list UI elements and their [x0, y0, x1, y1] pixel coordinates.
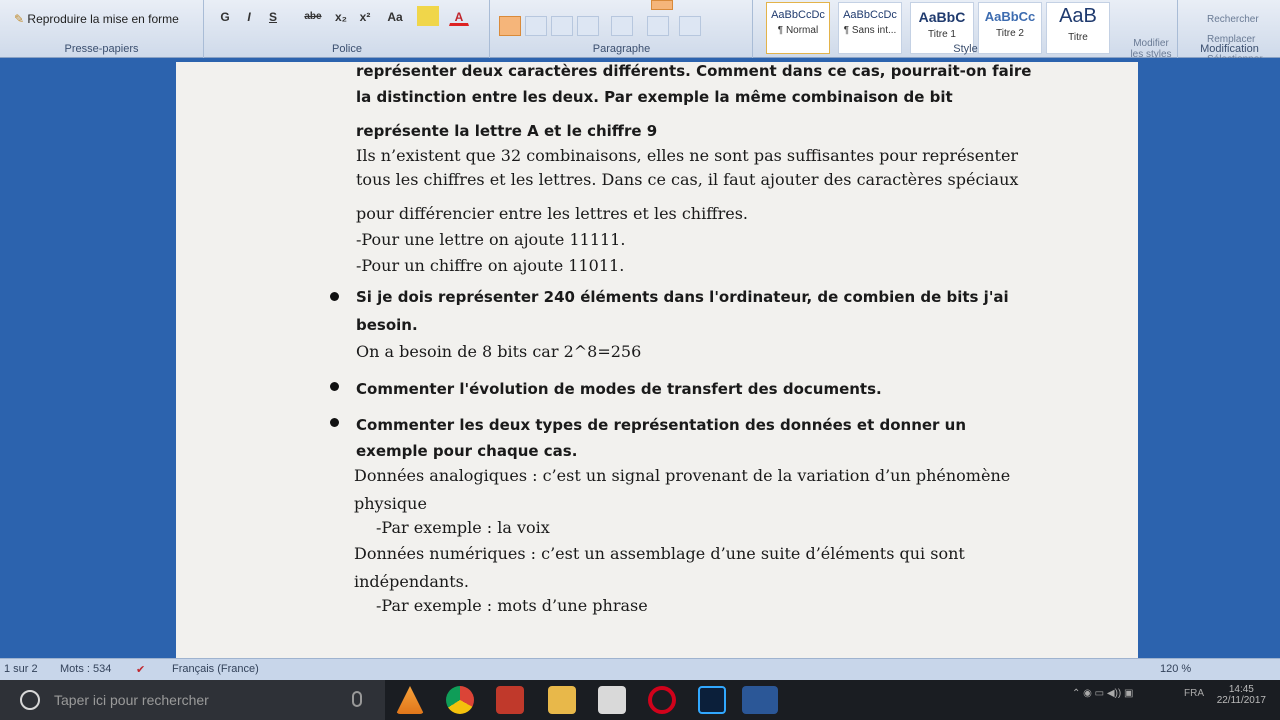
word-icon[interactable] [742, 686, 778, 714]
change-case-button[interactable]: Aa [381, 6, 409, 26]
file-explorer-icon[interactable] [548, 686, 576, 714]
doc-line: -Pour une lettre on ajoute 11111. [356, 230, 626, 249]
editing-group: Rechercher Remplacer Sélectionner Modifi… [1179, 0, 1280, 65]
style-no-spacing-preview: AaBbCcDc [843, 9, 897, 21]
bullet-icon [330, 382, 339, 391]
doc-line: -Par exemple : mots d’une phrase [376, 596, 648, 615]
doc-line: représente la lettre A et le chiffre 9 [356, 122, 658, 140]
align-left-icon[interactable] [499, 16, 521, 36]
borders-icon[interactable] [679, 16, 701, 36]
doc-line: Données numériques : c’est un assemblage… [354, 544, 965, 563]
clock[interactable]: 14:45 22/11/2017 [1217, 684, 1266, 706]
brush-icon: ✎ [14, 12, 25, 26]
justify-icon[interactable] [577, 16, 599, 36]
ribbon: ✎ Reproduire la mise en forme Presse-pap… [0, 0, 1280, 65]
styles-label: Style [953, 43, 978, 55]
format-painter-label: Reproduire la mise en forme [27, 12, 179, 26]
doc-line: Commenter les deux types de représentati… [356, 416, 967, 434]
bullet-icon [330, 418, 339, 427]
align-right-icon[interactable] [551, 16, 573, 36]
chrome-icon[interactable] [446, 686, 474, 714]
highlight-icon[interactable] [417, 6, 439, 26]
doc-line: besoin. [356, 316, 418, 334]
input-language[interactable]: FRA [1184, 688, 1204, 699]
doc-line: la distinction entre les deux. Par exemp… [356, 88, 953, 106]
doc-line: indépendants. [354, 572, 469, 591]
doc-line: Si je dois représenter 240 éléments dans… [356, 288, 1009, 306]
language-status[interactable]: Français (France) [172, 663, 259, 675]
taskbar-search[interactable]: Taper ici pour rechercher [0, 680, 385, 720]
doc-line: pour différencier entre les lettres et l… [356, 204, 748, 223]
word-count[interactable]: Mots : 534 [60, 663, 111, 675]
status-bar: 1 sur 2 Mots : 534 ✔ Français (France) 1… [0, 658, 1280, 680]
doc-line: tous les chiffres et les lettres. Dans c… [356, 170, 1019, 189]
strikethrough-button[interactable]: abe [299, 6, 327, 26]
find-button[interactable]: Rechercher [1207, 14, 1259, 25]
doc-line: représenter deux caractères différents. … [356, 62, 1032, 80]
doc-line: On a besoin de 8 bits car 2^8=256 [356, 342, 642, 361]
subscript-button[interactable]: x₂ [331, 6, 351, 26]
microphone-icon[interactable] [352, 691, 362, 707]
style-normal-name: ¶ Normal [777, 25, 819, 36]
opera-icon[interactable] [648, 686, 676, 714]
clock-date: 22/11/2017 [1216, 695, 1266, 706]
bold-button[interactable]: G [215, 6, 235, 26]
doc-line: -Pour un chiffre on ajoute 11011. [356, 256, 625, 275]
editing-label: Modification [1200, 43, 1259, 55]
vlc-icon[interactable] [396, 686, 424, 714]
format-painter-button[interactable]: ✎ Reproduire la mise en forme [14, 12, 179, 26]
clock-time: 14:45 [1228, 684, 1254, 695]
photoshop-icon[interactable] [698, 686, 726, 714]
show-marks-icon[interactable] [651, 0, 673, 10]
media-player-icon[interactable] [496, 686, 524, 714]
font-color-button[interactable]: A [449, 6, 469, 26]
style-heading-1-name: Titre 1 [928, 29, 956, 40]
superscript-button[interactable]: x² [355, 6, 375, 26]
cortana-icon[interactable] [20, 690, 40, 710]
styles-group: AaBbCcDc ¶ Normal AaBbCcDc ¶ Sans int...… [754, 0, 1178, 60]
system-tray-icons[interactable]: ⌃ ◉ ▭ ◀)) ▣ [1072, 688, 1133, 699]
doc-line: Commenter l'évolution de modes de transf… [356, 380, 882, 398]
doc-line: -Par exemple : la voix [376, 518, 550, 537]
shading-icon[interactable] [647, 16, 669, 36]
bullet-icon [330, 292, 339, 301]
style-no-spacing-name: ¶ Sans int... [843, 25, 897, 36]
doc-line: Données analogiques : c’est un signal pr… [354, 466, 1011, 485]
paragraph-label: Paragraphe [592, 43, 651, 55]
italic-button[interactable]: I [239, 6, 259, 26]
mail-icon[interactable] [598, 686, 626, 714]
paragraph-group: Paragraphe [491, 0, 753, 58]
style-title-preview: AaB [1059, 5, 1097, 27]
style-title-name: Titre [1068, 32, 1088, 43]
font-group: G I S abe x₂ x² Aa A Police [205, 0, 490, 58]
underline-button[interactable]: S [263, 6, 283, 26]
search-input[interactable]: Taper ici pour rechercher [54, 692, 209, 708]
taskbar: Taper ici pour rechercher ⌃ ◉ ▭ ◀)) ▣ FR… [0, 680, 1280, 720]
align-center-icon[interactable] [525, 16, 547, 36]
style-normal-preview: AaBbCcDc [771, 9, 825, 21]
spellcheck-icon[interactable]: ✔ [136, 663, 145, 676]
style-heading-2-name: Titre 2 [996, 28, 1024, 39]
doc-line: Ils n’existent que 32 combinaisons, elle… [356, 146, 1019, 165]
clipboard-label: Presse-papiers [64, 43, 139, 55]
doc-line: physique [354, 494, 427, 513]
zoom-level[interactable]: 120 % [1160, 663, 1191, 675]
page-count[interactable]: 1 sur 2 [4, 663, 38, 675]
line-spacing-icon[interactable] [611, 16, 633, 36]
style-heading-2-preview: AaBbCc [984, 9, 1036, 24]
doc-line: exemple pour chaque cas. [356, 442, 578, 460]
clipboard-group: ✎ Reproduire la mise en forme Presse-pap… [0, 0, 204, 58]
font-label: Police [332, 43, 362, 55]
style-heading-1-preview: AaBbC [918, 9, 966, 25]
